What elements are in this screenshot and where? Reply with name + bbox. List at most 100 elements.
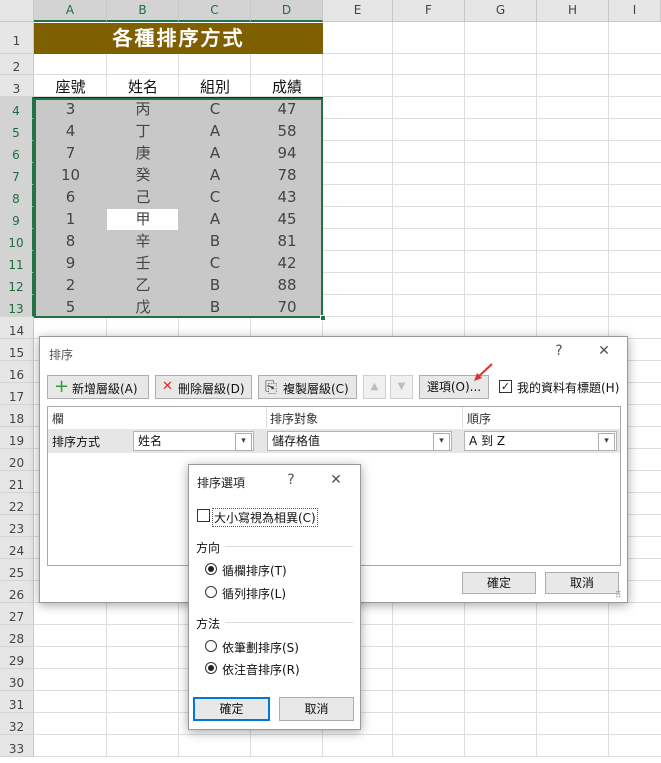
options-ok-button[interactable]: 確定 <box>193 697 270 721</box>
table-cell[interactable]: A <box>179 120 251 142</box>
select-all-corner[interactable] <box>0 0 34 22</box>
table-cell[interactable]: 2 <box>34 274 107 296</box>
row-header-4[interactable]: 4 <box>0 97 34 119</box>
row-header-16[interactable]: 16 <box>0 361 34 383</box>
row-header-15[interactable]: 15 <box>0 339 34 361</box>
case-sensitive-label[interactable]: 大小寫視為相異(C) <box>212 508 318 527</box>
row-header-25[interactable]: 25 <box>0 559 34 581</box>
row-header-14[interactable]: 14 <box>0 317 34 339</box>
dir-rows-radio[interactable] <box>205 563 217 575</box>
table-cell[interactable]: C <box>179 186 251 208</box>
table-cell[interactable]: 6 <box>34 186 107 208</box>
row-header-20[interactable]: 20 <box>0 449 34 471</box>
table-cell[interactable]: 70 <box>251 296 323 318</box>
row-header-26[interactable]: 26 <box>0 581 34 603</box>
column-header-h[interactable]: H <box>537 0 609 22</box>
table-cell[interactable]: 81 <box>251 230 323 252</box>
row-header-18[interactable]: 18 <box>0 405 34 427</box>
column-header-g[interactable]: G <box>465 0 537 22</box>
column-header-a[interactable]: A <box>34 0 107 22</box>
table-cell[interactable]: 58 <box>251 120 323 142</box>
delete-level-button[interactable]: ✕ 刪除層級(D) <box>155 375 252 399</box>
table-cell[interactable]: 88 <box>251 274 323 296</box>
table-cell[interactable]: 10 <box>34 164 107 186</box>
table-cell[interactable]: 9 <box>34 252 107 274</box>
options-help-icon[interactable]: ? <box>283 472 299 488</box>
column-header-b[interactable]: B <box>107 0 179 22</box>
method-phonetic-radio[interactable] <box>205 662 217 674</box>
header-cell-seat[interactable]: 座號 <box>34 77 107 98</box>
row-header-1[interactable]: 1 <box>0 22 34 54</box>
table-cell[interactable]: 7 <box>34 142 107 164</box>
row-header-10[interactable]: 10 <box>0 229 34 251</box>
row-header-8[interactable]: 8 <box>0 185 34 207</box>
dir-rows-label[interactable]: 循欄排序(T) <box>222 562 287 579</box>
case-sensitive-checkbox[interactable] <box>197 509 210 522</box>
row-header-6[interactable]: 6 <box>0 141 34 163</box>
move-down-button[interactable]: ▼ <box>390 375 413 399</box>
has-headers-label[interactable]: 我的資料有標題(H) <box>517 379 619 396</box>
row-header-22[interactable]: 22 <box>0 493 34 515</box>
row-header-24[interactable]: 24 <box>0 537 34 559</box>
fill-handle[interactable] <box>320 315 326 321</box>
table-cell[interactable]: 丙 <box>107 98 179 120</box>
table-cell[interactable]: C <box>179 252 251 274</box>
row-header-29[interactable]: 29 <box>0 647 34 669</box>
row-header-17[interactable]: 17 <box>0 383 34 405</box>
table-cell[interactable]: A <box>179 208 251 230</box>
column-header-i[interactable]: I <box>609 0 661 22</box>
table-cell[interactable]: 戊 <box>107 296 179 318</box>
table-cell[interactable]: 45 <box>251 208 323 230</box>
table-cell[interactable]: 乙 <box>107 274 179 296</box>
row-header-5[interactable]: 5 <box>0 119 34 141</box>
column-select[interactable]: 姓名 ▾ <box>133 431 254 451</box>
row-header-28[interactable]: 28 <box>0 625 34 647</box>
table-cell[interactable]: 94 <box>251 142 323 164</box>
table-cell[interactable]: 庚 <box>107 142 179 164</box>
row-header-27[interactable]: 27 <box>0 603 34 625</box>
options-close-icon[interactable]: ✕ <box>328 472 344 488</box>
column-header-e[interactable]: E <box>323 0 393 22</box>
row-header-13[interactable]: 13 <box>0 295 34 317</box>
table-cell[interactable]: 8 <box>34 230 107 252</box>
resize-grip-icon[interactable]: ⠿ <box>615 591 622 601</box>
row-header-3[interactable]: 3 <box>0 75 34 97</box>
copy-level-button[interactable]: ⎘ 複製層級(C) <box>258 375 357 399</box>
row-header-2[interactable]: 2 <box>0 54 34 75</box>
table-cell[interactable]: 42 <box>251 252 323 274</box>
method-stroke-radio[interactable] <box>205 640 217 652</box>
row-header-32[interactable]: 32 <box>0 713 34 735</box>
row-header-23[interactable]: 23 <box>0 515 34 537</box>
row-header-33[interactable]: 33 <box>0 735 34 757</box>
table-cell[interactable]: C <box>179 98 251 120</box>
method-stroke-label[interactable]: 依筆劃排序(S) <box>222 639 299 656</box>
column-header-d[interactable]: D <box>251 0 323 22</box>
method-phonetic-label[interactable]: 依注音排序(R) <box>222 661 300 678</box>
dir-cols-radio[interactable] <box>205 586 217 598</box>
header-cell-score[interactable]: 成績 <box>251 77 323 98</box>
close-icon[interactable]: ✕ <box>595 343 613 359</box>
sort-on-select[interactable]: 儲存格值 ▾ <box>267 431 452 451</box>
table-cell[interactable]: B <box>179 274 251 296</box>
has-headers-checkbox[interactable]: ✓ <box>499 380 512 393</box>
table-cell[interactable]: 4 <box>34 120 107 142</box>
table-cell[interactable]: 壬 <box>107 252 179 274</box>
row-header-7[interactable]: 7 <box>0 163 34 185</box>
table-cell[interactable]: 辛 <box>107 230 179 252</box>
sort-ok-button[interactable]: 確定 <box>462 572 536 594</box>
row-header-11[interactable]: 11 <box>0 251 34 273</box>
table-cell[interactable]: 78 <box>251 164 323 186</box>
header-cell-group[interactable]: 組別 <box>179 77 251 98</box>
table-cell[interactable]: 甲 <box>107 208 179 230</box>
table-cell[interactable]: 5 <box>34 296 107 318</box>
sort-cancel-button[interactable]: 取消 <box>545 572 619 594</box>
row-header-12[interactable]: 12 <box>0 273 34 295</box>
table-cell[interactable]: 3 <box>34 98 107 120</box>
move-up-button[interactable]: ▲ <box>363 375 386 399</box>
sort-level-row[interactable]: 排序方式 姓名 ▾ 儲存格值 ▾ A 到 Z ▾ <box>48 429 620 453</box>
order-select[interactable]: A 到 Z ▾ <box>464 431 617 451</box>
table-cell[interactable]: 47 <box>251 98 323 120</box>
help-icon[interactable]: ? <box>550 343 568 359</box>
column-header-f[interactable]: F <box>393 0 465 22</box>
sheet-title-cell[interactable]: 各種排序方式 <box>34 23 323 54</box>
